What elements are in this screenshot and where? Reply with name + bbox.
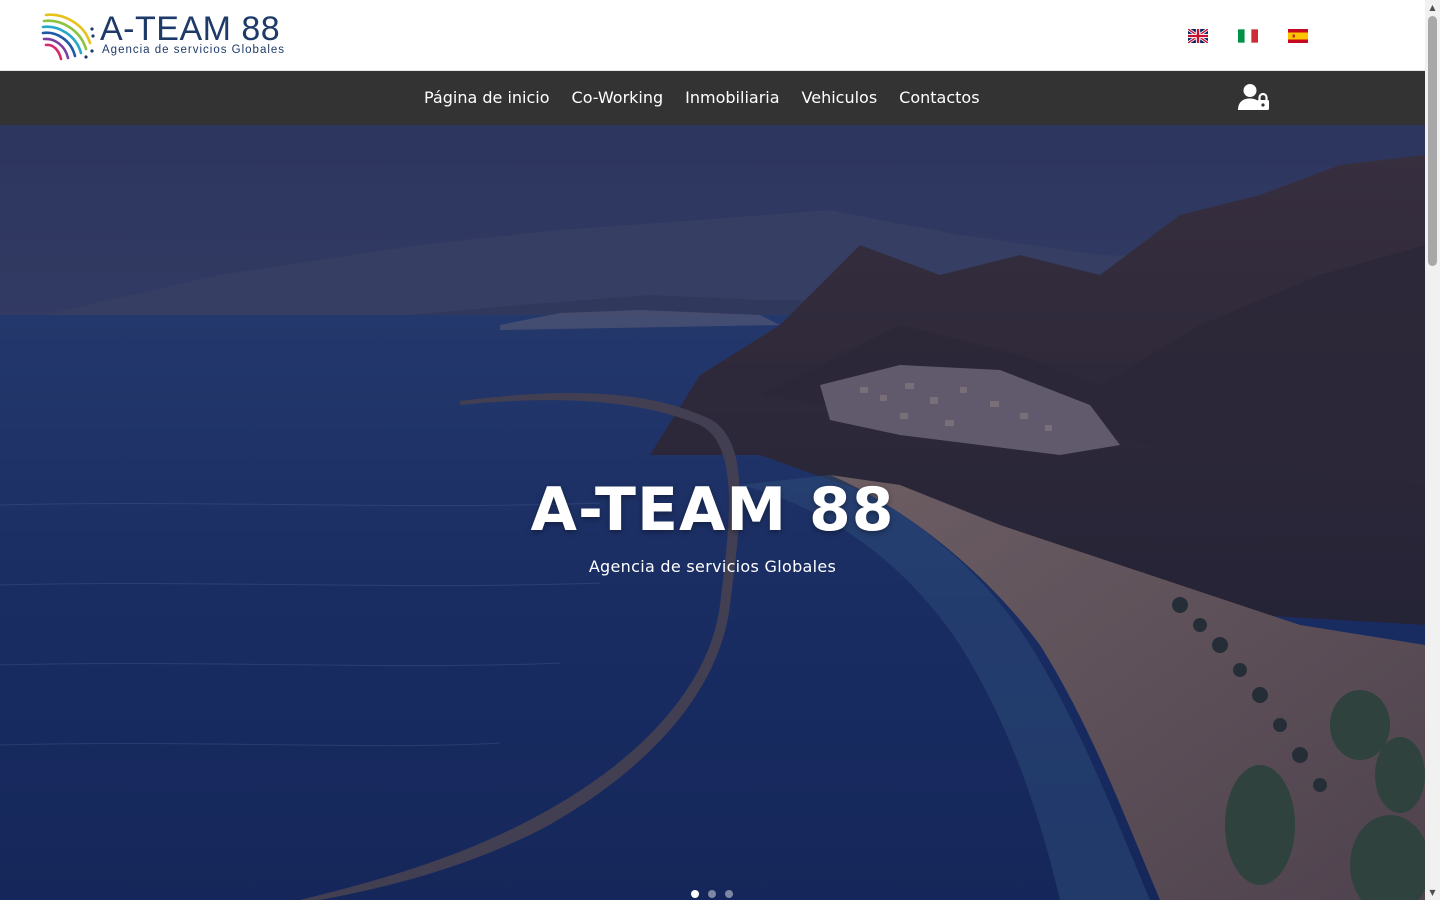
user-lock-icon[interactable] [1238, 83, 1270, 111]
main-menu: Página de inicio Co-Working Inmobiliaria… [413, 71, 991, 125]
hero-slider: A-TEAM 88 Agencia de servicios Globales [0, 125, 1425, 900]
slider-dot-1[interactable] [691, 890, 699, 898]
hero-title: A-TEAM 88 [530, 475, 895, 545]
italy-flag-icon [1238, 29, 1258, 43]
slider-pagination [691, 890, 733, 898]
main-navbar: Página de inicio Co-Working Inmobiliaria… [0, 71, 1425, 125]
nav-item-coworking[interactable]: Co-Working [561, 71, 675, 125]
site-header: A-TEAM 88 Agencia de servicios Globales [0, 0, 1425, 71]
scroll-up-arrow-icon[interactable]: ▲ [1425, 0, 1440, 15]
logo-title: A-TEAM 88 [100, 10, 281, 48]
nav-item-vehicles[interactable]: Vehiculos [791, 71, 889, 125]
logo-tagline: Agencia de servicios Globales [102, 44, 286, 56]
page-scrollbar[interactable]: ▲ ▼ [1425, 0, 1440, 900]
language-english[interactable] [1188, 29, 1208, 43]
language-italian[interactable] [1238, 29, 1258, 43]
uk-flag-icon [1188, 29, 1208, 43]
scroll-thumb[interactable] [1428, 16, 1437, 266]
logo-mark-icon [41, 13, 95, 61]
scroll-down-arrow-icon[interactable]: ▼ [1425, 885, 1440, 900]
hero-subtitle: Agencia de servicios Globales [588, 557, 837, 576]
nav-item-real-estate[interactable]: Inmobiliaria [674, 71, 790, 125]
language-spanish[interactable] [1288, 29, 1308, 43]
nav-item-contacts[interactable]: Contactos [888, 71, 990, 125]
slider-dot-3[interactable] [725, 890, 733, 898]
nav-item-home[interactable]: Página de inicio [413, 71, 561, 125]
slider-dot-2[interactable] [708, 890, 716, 898]
site-logo[interactable]: A-TEAM 88 Agencia de servicios Globales [40, 9, 320, 61]
spain-flag-icon [1288, 29, 1308, 43]
